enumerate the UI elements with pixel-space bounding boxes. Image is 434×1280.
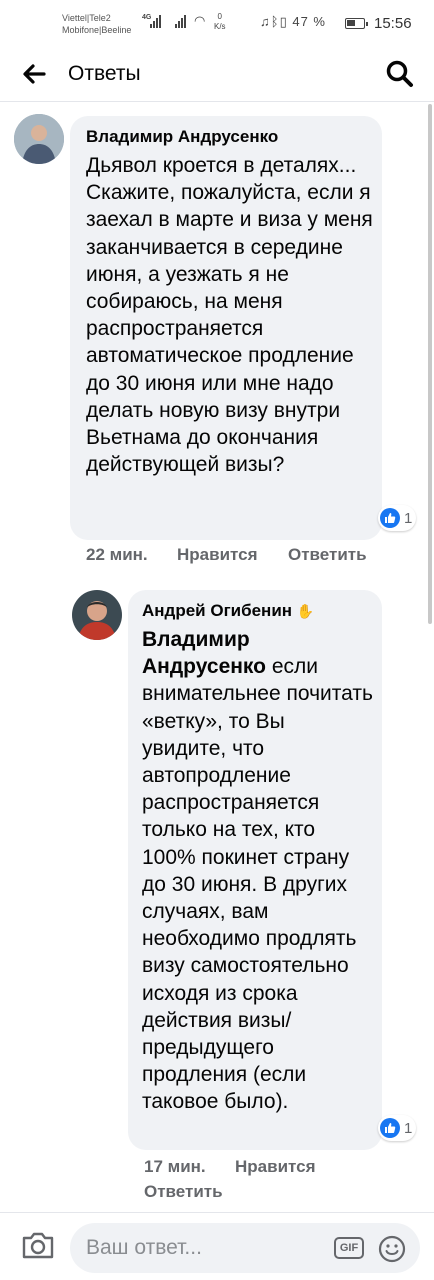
comment-text: Дьявол кроется в деталях... Скажите, пож…	[86, 154, 373, 477]
headphones-icon: ♫	[260, 14, 271, 29]
battery-icon	[345, 18, 368, 29]
status-icons: ♫ᛒ▯ 47 %	[260, 14, 326, 30]
signal-icon-2	[175, 14, 186, 28]
reaction-badge[interactable]: 1	[378, 505, 417, 531]
like-icon	[380, 508, 400, 528]
app-header: Ответы	[0, 44, 434, 102]
mention-link[interactable]: Владимир Андрусенко	[142, 628, 266, 678]
comment-author-name[interactable]: Андрей Огибенин	[142, 601, 292, 620]
comment-time: 17 мин.	[144, 1157, 206, 1176]
signal-icon	[150, 14, 161, 28]
camera-icon[interactable]	[20, 1229, 56, 1261]
carrier-names: Viettel|Tele2 Mobifone|Beeline	[62, 12, 131, 36]
reply-composer: GIF	[0, 1212, 434, 1280]
avatar[interactable]	[14, 114, 64, 164]
page-title: Ответы	[68, 62, 141, 85]
bluetooth-icon: ᛒ	[270, 14, 280, 29]
speed-value: 0	[217, 12, 222, 21]
comment-author: Андрей Огибенин ✋	[142, 601, 314, 621]
reply-button[interactable]: Ответить	[144, 1182, 223, 1202]
scrollbar[interactable]	[428, 104, 432, 624]
reaction-count: 1	[404, 1119, 413, 1137]
wifi-icon: ◠	[194, 13, 206, 28]
vibrate-icon: ▯	[279, 14, 288, 29]
avatar[interactable]	[72, 590, 122, 640]
comment-author[interactable]: Владимир Андрусенко	[86, 127, 278, 147]
emoji-icon[interactable]	[378, 1235, 406, 1263]
comment-text: Владимир Андрусенко если внимательнее по…	[142, 626, 374, 1116]
speed-unit: K/s	[214, 22, 226, 31]
battery-percent: 47 %	[292, 14, 326, 29]
carrier-line-1: Viettel|Tele2	[62, 13, 111, 23]
status-bar: Viettel|Tele2 Mobifone|Beeline 4G ◠ 0 K/…	[0, 0, 434, 44]
like-button[interactable]: Нравится	[177, 545, 258, 565]
comment-body: если внимательнее почитать «ветку», то В…	[142, 655, 373, 1114]
comment-time: 22 мин.	[86, 545, 148, 564]
like-icon	[380, 1118, 400, 1138]
reply-button[interactable]: Ответить	[288, 545, 367, 565]
clock: 15:56	[374, 15, 412, 32]
network-speed: 0 K/s	[214, 12, 226, 32]
like-button[interactable]: Нравится	[235, 1157, 316, 1177]
avatar-image	[14, 114, 64, 164]
avatar-image	[72, 590, 122, 640]
back-arrow-icon[interactable]	[20, 60, 48, 88]
waving-hand-icon: ✋	[296, 603, 315, 619]
reaction-count: 1	[404, 509, 413, 527]
gif-icon[interactable]: GIF	[334, 1237, 364, 1259]
reaction-badge[interactable]: 1	[378, 1115, 417, 1141]
comment-bubble: Андрей Огибенин ✋ Владимир Андрусенко ес…	[128, 590, 382, 1150]
reply-input[interactable]	[70, 1223, 420, 1273]
carrier-line-2: Mobifone|Beeline	[62, 25, 132, 35]
search-icon[interactable]	[384, 58, 416, 90]
comment-bubble: Владимир Андрусенко Дьявол кроется в дет…	[70, 116, 382, 540]
